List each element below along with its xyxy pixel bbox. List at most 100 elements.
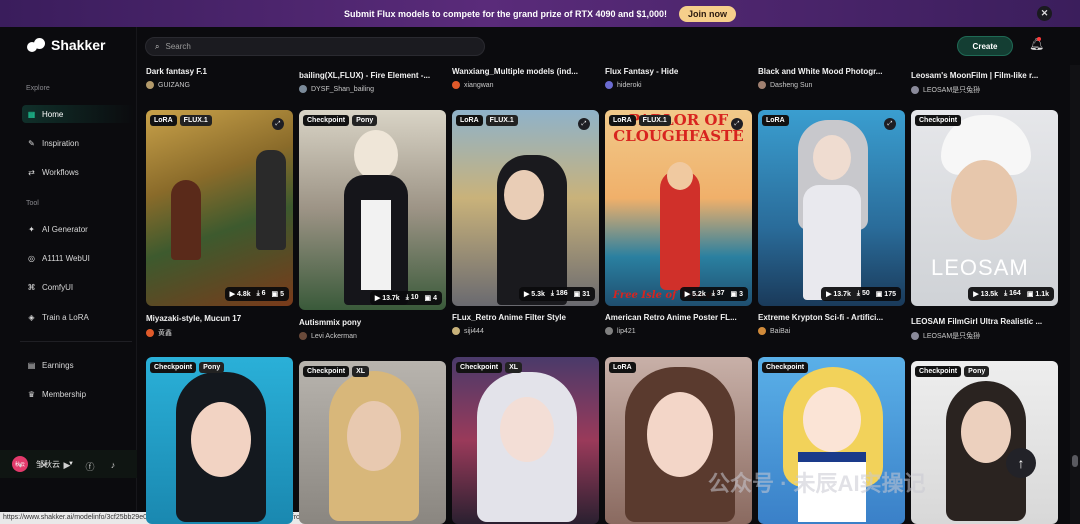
model-card-caption[interactable]: LEOSAM FilmGirl Ultra Realistic ... LEOS… — [911, 317, 1058, 341]
sidebar-item-inspiration[interactable]: ✎ Inspiration — [22, 134, 134, 152]
close-icon[interactable]: ✕ — [1037, 6, 1052, 21]
model-thumbnail[interactable]: LoRA ⤢ ▶ 13.7k ⤓ 50 ▣ 175 — [758, 110, 905, 306]
avatar — [605, 327, 613, 335]
model-thumbnail[interactable]: LoRA FLUX.1 ⤢ ▶ 4.8k ⤓ 6 ▣ 5 — [146, 110, 293, 306]
author-name[interactable]: BaiBai — [770, 328, 790, 335]
model-title[interactable]: bailing(XL,FLUX) - Fire Element -... — [299, 71, 446, 80]
author-name[interactable]: LEOSAM是只兔狲 — [923, 85, 980, 95]
model-thumbnail[interactable]: LoRA — [605, 357, 752, 524]
model-card-caption[interactable]: Miyazaki-style, Mucun 17 黄鑫 — [146, 314, 293, 338]
sidebar-item-a1111-webui[interactable]: ◎ A1111 WebUI — [22, 249, 134, 267]
model-card[interactable]: Dark fantasy F.1 GUIZANG — [146, 67, 293, 89]
scrollbar-thumb[interactable] — [1072, 455, 1078, 467]
model-thumbnail[interactable]: LoRA FLUX.1 ⤢ ▶ 5.3k ⤓ 186 ▣ 31 — [452, 110, 599, 306]
model-title[interactable]: Extreme Krypton Sci-fi - Artifici... — [758, 313, 905, 322]
preview-icon[interactable]: ⤢ — [578, 118, 590, 130]
author-name[interactable]: Levi Ackerman — [311, 333, 357, 340]
workflow-icon: ⇄ — [28, 167, 35, 177]
author-name[interactable]: Dasheng Sun — [770, 82, 812, 89]
preview-icon[interactable]: ⤢ — [884, 118, 896, 130]
base-tag: FLUX.1 — [638, 115, 671, 126]
model-card[interactable]: Wanxiang_Multiple models (ind... xiangwa… — [452, 67, 599, 89]
home-grid-icon: ▦ — [27, 109, 36, 119]
brand-logo[interactable]: Shakker — [27, 37, 105, 53]
type-tag: Checkpoint — [456, 362, 503, 373]
model-card[interactable]: Leosam's MoonFilm | Film-like r... LEOSA… — [911, 71, 1058, 95]
author-name[interactable]: GUIZANG — [158, 82, 190, 89]
model-card-caption[interactable]: American Retro Anime Poster FL... lip421 — [605, 313, 752, 335]
sidebar-item-ai-generator[interactable]: ✦ AI Generator — [22, 220, 134, 238]
face-shape — [500, 397, 554, 462]
model-card-caption[interactable]: Autismmix pony Levi Ackerman — [299, 318, 446, 340]
model-title[interactable]: FLux_Retro Anime Filter Style — [452, 313, 599, 322]
model-thumbnail[interactable]: Checkpoint Pony — [911, 361, 1058, 524]
preview-icon[interactable]: ⤢ — [272, 118, 284, 130]
scroll-to-top-button[interactable]: ↑ — [1006, 448, 1036, 478]
model-stats: ▶ 5.3k ⤓ 186 ▣ 31 — [518, 287, 595, 301]
x-icon[interactable]: ✕ — [39, 460, 49, 473]
type-tag: Checkpoint — [303, 115, 350, 126]
model-card[interactable]: bailing(XL,FLUX) - Fire Element -... DYS… — [299, 71, 446, 93]
crown-icon: ♛ — [27, 389, 36, 399]
model-title[interactable]: Wanxiang_Multiple models (ind... — [452, 67, 599, 76]
model-title[interactable]: Black and White Mood Photogr... — [758, 67, 905, 76]
leosam-overlay: LEOSAM — [931, 255, 1029, 280]
author-name[interactable]: hideroki — [617, 82, 642, 89]
author-name[interactable]: DYSF_Shan_bailing — [311, 86, 374, 93]
images-count: ▣ 1.1k — [1026, 291, 1049, 298]
sidebar-item-label: Membership — [42, 389, 87, 399]
model-card[interactable]: Flux Fantasy - Hide hideroki — [605, 67, 752, 89]
type-tag: LoRA — [456, 115, 483, 126]
model-thumbnail[interactable]: PARLOR OF CLOUGHFASTE Free Isle of Three… — [605, 110, 752, 306]
model-thumbnail[interactable]: Checkpoint — [758, 357, 905, 524]
search-input[interactable]: ⌕ Search — [145, 37, 485, 56]
sidebar-item-earnings[interactable]: ▤ Earnings — [22, 356, 134, 374]
author-name[interactable]: LEOSAM是只兔狲 — [923, 331, 980, 341]
youtube-icon[interactable]: ▶ — [62, 460, 72, 473]
model-thumbnail[interactable]: Checkpoint XL — [299, 361, 446, 524]
model-title[interactable]: Miyazaki-style, Mucun 17 — [146, 314, 293, 323]
face-shape — [961, 401, 1011, 463]
author-name[interactable]: lip421 — [617, 328, 636, 335]
page-scrollbar[interactable] — [1070, 65, 1080, 524]
downloads-count: ⤓ 10 — [405, 294, 419, 301]
preview-icon[interactable]: ⤢ — [731, 118, 743, 130]
discord-icon[interactable]: ◐ — [16, 460, 26, 473]
sidebar-item-comfyui[interactable]: ⌘ ComfyUI — [22, 278, 134, 296]
model-title[interactable]: LEOSAM FilmGirl Ultra Realistic ... — [911, 317, 1058, 326]
author-name[interactable]: xiangwan — [464, 82, 494, 89]
type-tag: Checkpoint — [303, 366, 350, 377]
model-thumbnail[interactable]: Checkpoint Pony — [146, 357, 293, 524]
sidebar-item-home[interactable]: ▦ Home — [22, 105, 134, 123]
model-title[interactable]: Autismmix pony — [299, 318, 446, 327]
type-tag: Checkpoint — [762, 362, 809, 373]
model-card[interactable]: Black and White Mood Photogr... Dasheng … — [758, 67, 905, 89]
sidebar-item-label: ComfyUI — [42, 282, 74, 292]
model-title[interactable]: Dark fantasy F.1 — [146, 67, 293, 76]
create-button[interactable]: Create — [957, 36, 1013, 56]
tool-section-label: Tool — [26, 200, 39, 207]
face-shape — [354, 130, 398, 180]
model-card-caption[interactable]: FLux_Retro Anime Filter Style siji444 — [452, 313, 599, 335]
model-thumbnail[interactable]: LEOSAM Checkpoint ▶ 13.5k ⤓ 164 ▣ 1.1k — [911, 110, 1058, 306]
model-thumbnail[interactable]: Checkpoint Pony ▶ 13.7k ⤓ 10 ▣ 4 — [299, 110, 446, 310]
sidebar-item-membership[interactable]: ♛ Membership — [22, 385, 134, 403]
join-now-button[interactable]: Join now — [679, 5, 737, 22]
facebook-icon[interactable]: ⓕ — [85, 460, 95, 473]
plays-count: ▶ 5.3k — [523, 291, 545, 298]
author-name[interactable]: 黄鑫 — [158, 328, 172, 338]
arrow-up-icon: ↑ — [1017, 455, 1025, 471]
model-title[interactable]: Leosam's MoonFilm | Film-like r... — [911, 71, 1058, 80]
bell-icon[interactable]: 🔔︎ — [1029, 37, 1044, 51]
sidebar-item-workflows[interactable]: ⇄ Workflows — [22, 163, 134, 181]
downloads-count: ⤓ 164 — [1004, 290, 1021, 297]
model-thumbnail[interactable]: Checkpoint XL — [452, 357, 599, 524]
model-card-caption[interactable]: Extreme Krypton Sci-fi - Artifici... Bai… — [758, 313, 905, 335]
model-title[interactable]: Flux Fantasy - Hide — [605, 67, 752, 76]
author-name[interactable]: siji444 — [464, 328, 484, 335]
sidebar-item-train-lora[interactable]: ◈ Train a LoRA — [22, 308, 134, 326]
tiktok-icon[interactable]: ♪ — [108, 460, 118, 473]
model-stats: ▶ 13.5k ⤓ 164 ▣ 1.1k — [968, 287, 1054, 301]
model-title[interactable]: American Retro Anime Poster FL... — [605, 313, 752, 322]
brand-name: Shakker — [51, 37, 106, 53]
